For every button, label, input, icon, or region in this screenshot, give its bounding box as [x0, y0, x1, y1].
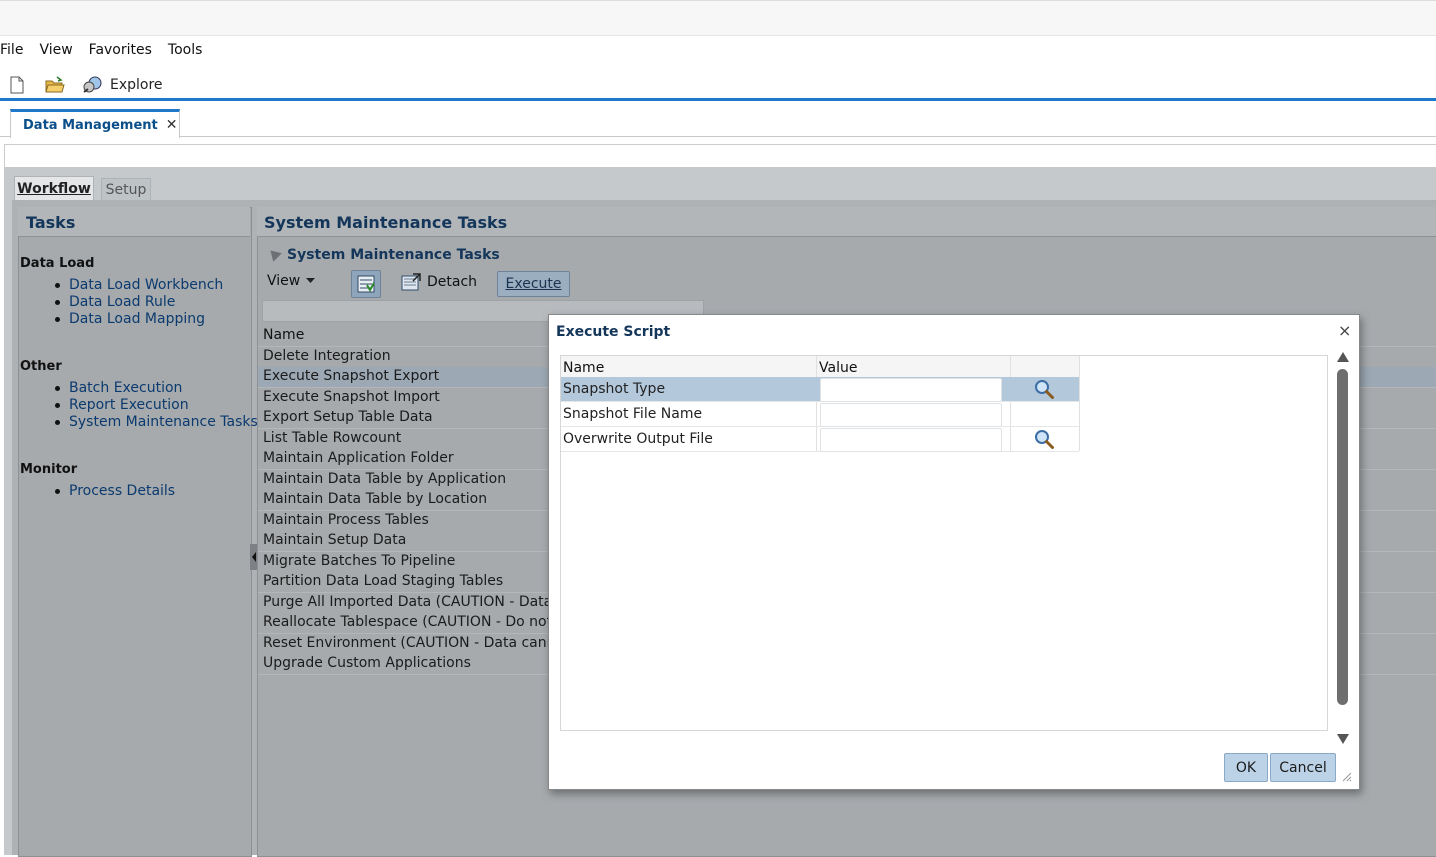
table-row[interactable]: Delete Integration — [263, 348, 391, 364]
close-icon[interactable]: × — [1338, 321, 1351, 340]
section-title: System Maintenance Tasks — [287, 247, 500, 263]
task-link-data-load-mapping[interactable]: Data Load Mapping — [69, 311, 205, 327]
view-menu-button[interactable]: View — [267, 273, 316, 289]
bullet — [55, 300, 60, 305]
task-link-process-details[interactable]: Process Details — [69, 483, 175, 499]
detach-icon — [401, 273, 421, 291]
info-bar — [4, 144, 1436, 168]
table-row[interactable]: Maintain Data Table by Location — [263, 491, 487, 507]
task-link-data-load-workbench[interactable]: Data Load Workbench — [69, 277, 223, 293]
table-row[interactable]: Partition Data Load Staging Tables — [263, 573, 503, 589]
view-menu-label: View — [267, 273, 301, 289]
explore-button[interactable]: Explore — [110, 77, 163, 93]
table-row[interactable]: List Table Rowcount — [263, 430, 401, 446]
tab-setup[interactable]: Setup — [101, 178, 151, 201]
column-header-name: Name — [563, 360, 605, 376]
ok-button[interactable]: OK — [1224, 753, 1268, 782]
task-link-report-execution[interactable]: Report Execution — [69, 397, 189, 413]
explore-icon[interactable] — [82, 74, 104, 96]
menu-view[interactable]: View — [39, 40, 80, 62]
table-row[interactable]: Reallocate Tablespace (CAUTION - Do not … — [263, 614, 586, 630]
task-link-batch-execution[interactable]: Batch Execution — [69, 380, 182, 396]
tab-workflow[interactable]: Workflow — [14, 176, 94, 201]
execute-label: Execute — [505, 276, 562, 292]
page-title: System Maintenance Tasks — [264, 213, 508, 232]
open-folder-icon[interactable] — [44, 74, 66, 96]
detach-label: Detach — [427, 274, 478, 290]
tasks-title: Tasks — [26, 213, 76, 232]
search-icon[interactable] — [1034, 429, 1056, 449]
snapshot-file-name-input[interactable] — [820, 403, 1002, 427]
cancel-button[interactable]: Cancel — [1270, 753, 1336, 782]
tab-label: Data Management — [23, 117, 158, 133]
menu-tools[interactable]: Tools — [168, 40, 211, 62]
group-title-other: Other — [20, 359, 62, 374]
chevron-down-icon — [306, 278, 316, 283]
overwrite-output-file-input[interactable] — [820, 428, 1002, 452]
menu-favorites[interactable]: Favorites — [89, 40, 160, 62]
scroll-down-arrow-icon[interactable] — [1337, 734, 1349, 744]
table-row[interactable]: Reset Environment (CAUTION - Data cannot… — [263, 635, 592, 651]
bullet — [55, 420, 60, 425]
menu-bar: File View Favorites Tools — [0, 40, 218, 62]
group-title-data-load: Data Load — [20, 256, 95, 271]
bullet — [55, 283, 60, 288]
bullet — [55, 317, 60, 322]
table-row[interactable]: Maintain Data Table by Application — [263, 471, 506, 487]
search-icon[interactable] — [1034, 379, 1056, 399]
ok-label: OK — [1235, 759, 1257, 776]
table-row[interactable]: Export Setup Table Data — [263, 409, 433, 425]
snapshot-type-input[interactable] — [820, 378, 1002, 402]
cancel-label: Cancel — [1279, 759, 1327, 776]
table-row[interactable]: Purge All Imported Data (CAUTION - Data … — [263, 594, 588, 610]
menu-file[interactable]: File — [0, 40, 31, 62]
param-name-overwrite-output-file: Overwrite Output File — [563, 431, 713, 447]
column-header-value: Value — [819, 360, 858, 376]
resize-grip-icon[interactable] — [1340, 770, 1352, 782]
table-row[interactable]: Maintain Application Folder — [263, 450, 454, 466]
window-title-bar — [0, 0, 1436, 36]
table-row[interactable]: Execute Snapshot Import — [263, 389, 440, 405]
table-row[interactable]: Maintain Process Tables — [263, 512, 429, 528]
task-link-system-maintenance-tasks[interactable]: System Maintenance Tasks — [69, 414, 258, 430]
bullet — [55, 489, 60, 494]
vertical-scrollbar-thumb[interactable] — [1337, 369, 1348, 705]
toolbar: Explore — [0, 72, 163, 98]
close-tab-icon[interactable]: ✕ — [166, 117, 178, 133]
table-row[interactable]: Maintain Setup Data — [263, 532, 406, 548]
table-row[interactable]: Upgrade Custom Applications — [263, 655, 471, 671]
tab-workflow-label: Workflow — [17, 181, 91, 197]
param-name-snapshot-file-name: Snapshot File Name — [563, 406, 703, 422]
save-button[interactable] — [351, 270, 381, 298]
grid-column-divider — [1079, 356, 1080, 451]
table-row[interactable]: Migrate Batches To Pipeline — [263, 553, 455, 569]
tab-strip — [0, 101, 1436, 137]
table-row-selected[interactable]: Execute Snapshot Export — [263, 368, 439, 384]
new-document-icon[interactable] — [6, 74, 28, 96]
param-name-snapshot-type: Snapshot Type — [563, 381, 666, 397]
tab-setup-label: Setup — [105, 182, 147, 198]
save-grid-icon — [357, 275, 375, 293]
bullet — [55, 386, 60, 391]
detach-button[interactable]: Detach — [401, 273, 477, 291]
execute-button[interactable]: Execute — [497, 271, 570, 297]
scroll-up-arrow-icon[interactable] — [1337, 352, 1349, 362]
group-title-monitor: Monitor — [20, 462, 78, 477]
bullet — [55, 403, 60, 408]
dialog-title: Execute Script — [556, 324, 671, 340]
tab-data-management[interactable]: Data Management ✕ — [10, 109, 180, 138]
column-header-name[interactable]: Name — [263, 327, 304, 343]
task-link-data-load-rule[interactable]: Data Load Rule — [69, 294, 175, 310]
